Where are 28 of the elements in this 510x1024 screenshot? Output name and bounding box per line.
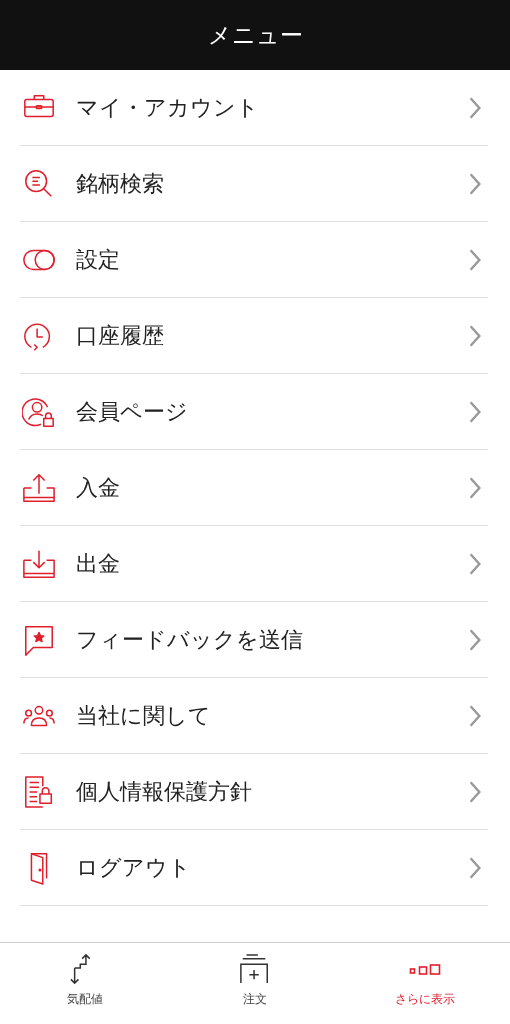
menu-item[interactable]: 銘柄検索 <box>20 146 488 222</box>
chevron-icon <box>468 855 482 880</box>
menu-item[interactable]: 会員ページ <box>20 374 488 450</box>
chevron-icon <box>468 779 482 804</box>
tab[interactable]: 注文 <box>170 943 340 1024</box>
menu-item[interactable]: 個人情報保護方針 <box>20 754 488 830</box>
chevron-icon <box>468 399 482 424</box>
chevron-icon <box>468 171 482 196</box>
chevron-icon <box>468 475 482 500</box>
tab[interactable]: さらに表示 <box>340 943 510 1024</box>
menu-item[interactable]: 口座履歴 <box>20 298 488 374</box>
menu-item[interactable]: 出金 <box>20 526 488 602</box>
menu-item[interactable]: 設定 <box>20 222 488 298</box>
chevron-icon <box>468 551 482 576</box>
header-title: メニュー <box>207 20 303 50</box>
chevron-icon <box>468 323 482 348</box>
menu-item[interactable]: 当社に関して <box>20 678 488 754</box>
menu-item[interactable]: ログアウト <box>20 830 488 906</box>
menu-item[interactable]: フィードバックを送信 <box>20 602 488 678</box>
chevron-icon <box>468 247 482 272</box>
chevron-icon <box>468 95 482 120</box>
chevron-icon <box>468 703 482 728</box>
menu-item[interactable]: 入金 <box>20 450 488 526</box>
menu-item[interactable]: マイ・アカウント <box>20 70 488 146</box>
chevron-icon <box>468 627 482 652</box>
tab[interactable]: 気配値 <box>0 943 170 1024</box>
squares-icon <box>409 964 441 975</box>
order-icon <box>239 953 271 985</box>
